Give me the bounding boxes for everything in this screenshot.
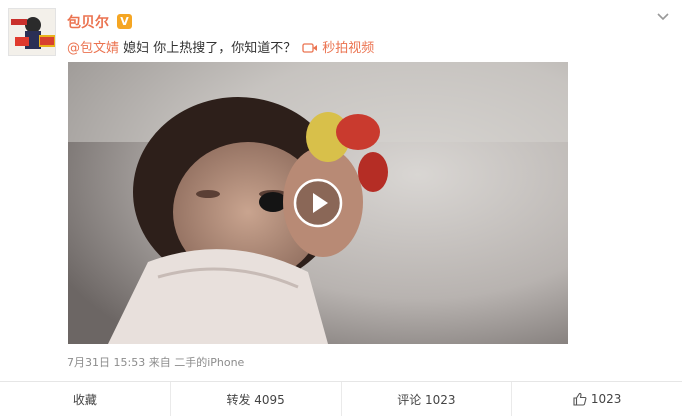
avatar-image (9, 9, 55, 55)
chevron-down-icon[interactable] (656, 10, 670, 24)
post-body: 媳妇 你上热搜了，你知道不？ (119, 41, 297, 56)
video-camera-icon (302, 43, 318, 53)
play-icon[interactable] (293, 178, 343, 228)
favorite-label: 收藏 (72, 392, 97, 407)
repost-button[interactable]: 转发 4095 (169, 382, 341, 416)
action-bar: 收藏 转发 4095 评论 1023 1023 (0, 381, 682, 416)
post-text: @包文婧 媳妇 你上热搜了，你知道不？ 秒拍视频 (67, 37, 374, 56)
repost-label: 转发 4095 (226, 392, 285, 407)
comment-button[interactable]: 评论 1023 (340, 382, 512, 416)
verified-badge-icon: V (117, 14, 132, 29)
avatar[interactable] (8, 8, 56, 56)
like-button[interactable]: 1023 (511, 382, 682, 416)
weibo-post-card: 包贝尔 V @包文婧 媳妇 你上热搜了，你知道不？ 秒拍视频 7月31日 15:… (0, 0, 682, 416)
post-meta: 7月31日 15:53 来自 二手的iPhone (67, 354, 244, 370)
video-player[interactable] (68, 62, 568, 344)
mention-link[interactable]: @包文婧 (67, 41, 119, 56)
post-timestamp[interactable]: 7月31日 15:53 (67, 356, 145, 369)
favorite-button[interactable]: 收藏 (0, 382, 170, 416)
author-name[interactable]: 包贝尔 (67, 12, 109, 32)
video-link[interactable]: 秒拍视频 (322, 41, 374, 56)
thumbs-up-icon (573, 392, 587, 406)
comment-label: 评论 1023 (397, 392, 456, 407)
like-count: 1023 (590, 392, 622, 406)
post-source: 来自 二手的iPhone (148, 356, 245, 369)
